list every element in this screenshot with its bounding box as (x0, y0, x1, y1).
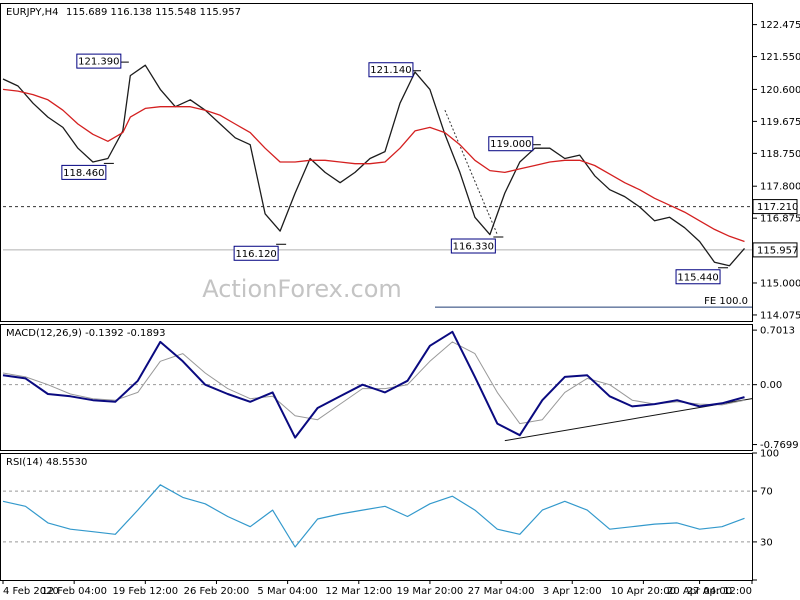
watermark: ActionForex.com (202, 275, 402, 303)
eurjpy-chart: ActionForex.com 122.475 121.550 120.600 119.… (0, 0, 800, 600)
x-tick-label: 12 Feb 04:00 (41, 586, 107, 597)
price-annotation: 118.460 (63, 168, 104, 179)
macd-ytick-label: 0.7013 (760, 326, 795, 337)
level-label: 117.210 (757, 202, 798, 213)
macd-ytick-label: 0.00 (760, 380, 782, 391)
price-annotation: 116.330 (453, 242, 494, 253)
price-annotation: 121.390 (78, 57, 119, 68)
price-ytick-label: 115.000 (760, 278, 800, 289)
x-tick-label: 19 Mar 20:00 (397, 586, 464, 597)
macd-title: MACD(12,26,9) -0.1392 -0.1893 (6, 328, 166, 339)
price-annotation: 119.000 (490, 139, 531, 150)
price-annotation: 121.140 (370, 65, 411, 76)
rsi-ytick-label: 100 (760, 449, 779, 460)
x-tick-label: 3 Apr 12:00 (543, 586, 602, 597)
x-tick-label: 26 Feb 20:00 (184, 586, 250, 597)
price-ytick-label: 117.800 (760, 182, 800, 193)
price-ohlc: 115.689 116.138 115.548 115.957 (66, 7, 241, 18)
fe-label: FE 100.0 (704, 296, 748, 307)
price-annotation: 116.120 (235, 249, 276, 260)
current-price-label: 115.957 (757, 245, 798, 256)
x-tick-label: 19 Feb 12:00 (113, 586, 179, 597)
x-tick-label: 12 Mar 12:00 (325, 586, 392, 597)
price-ytick-label: 120.600 (760, 85, 800, 96)
rsi-title: RSI(14) 48.5530 (6, 457, 87, 468)
price-ytick-label: 114.075 (760, 310, 800, 321)
rsi-ytick-label: 30 (760, 537, 773, 548)
x-tick-label: 27 Mar 04:00 (468, 586, 535, 597)
price-ytick-label: 118.750 (760, 149, 800, 160)
x-tick-label: 27 Apr 12:00 (687, 586, 752, 597)
rsi-ytick-label: 70 (760, 487, 773, 498)
price-ytick-label: 122.475 (760, 20, 800, 31)
price-ytick-label: 116.875 (760, 214, 800, 225)
x-tick-label: 5 Mar 04:00 (257, 586, 317, 597)
price-ytick-label: 121.550 (760, 52, 800, 63)
price-ytick-label: 119.675 (760, 117, 800, 128)
price-annotation: 115.440 (677, 272, 718, 283)
price-title: EURJPY,H4 (6, 7, 59, 18)
